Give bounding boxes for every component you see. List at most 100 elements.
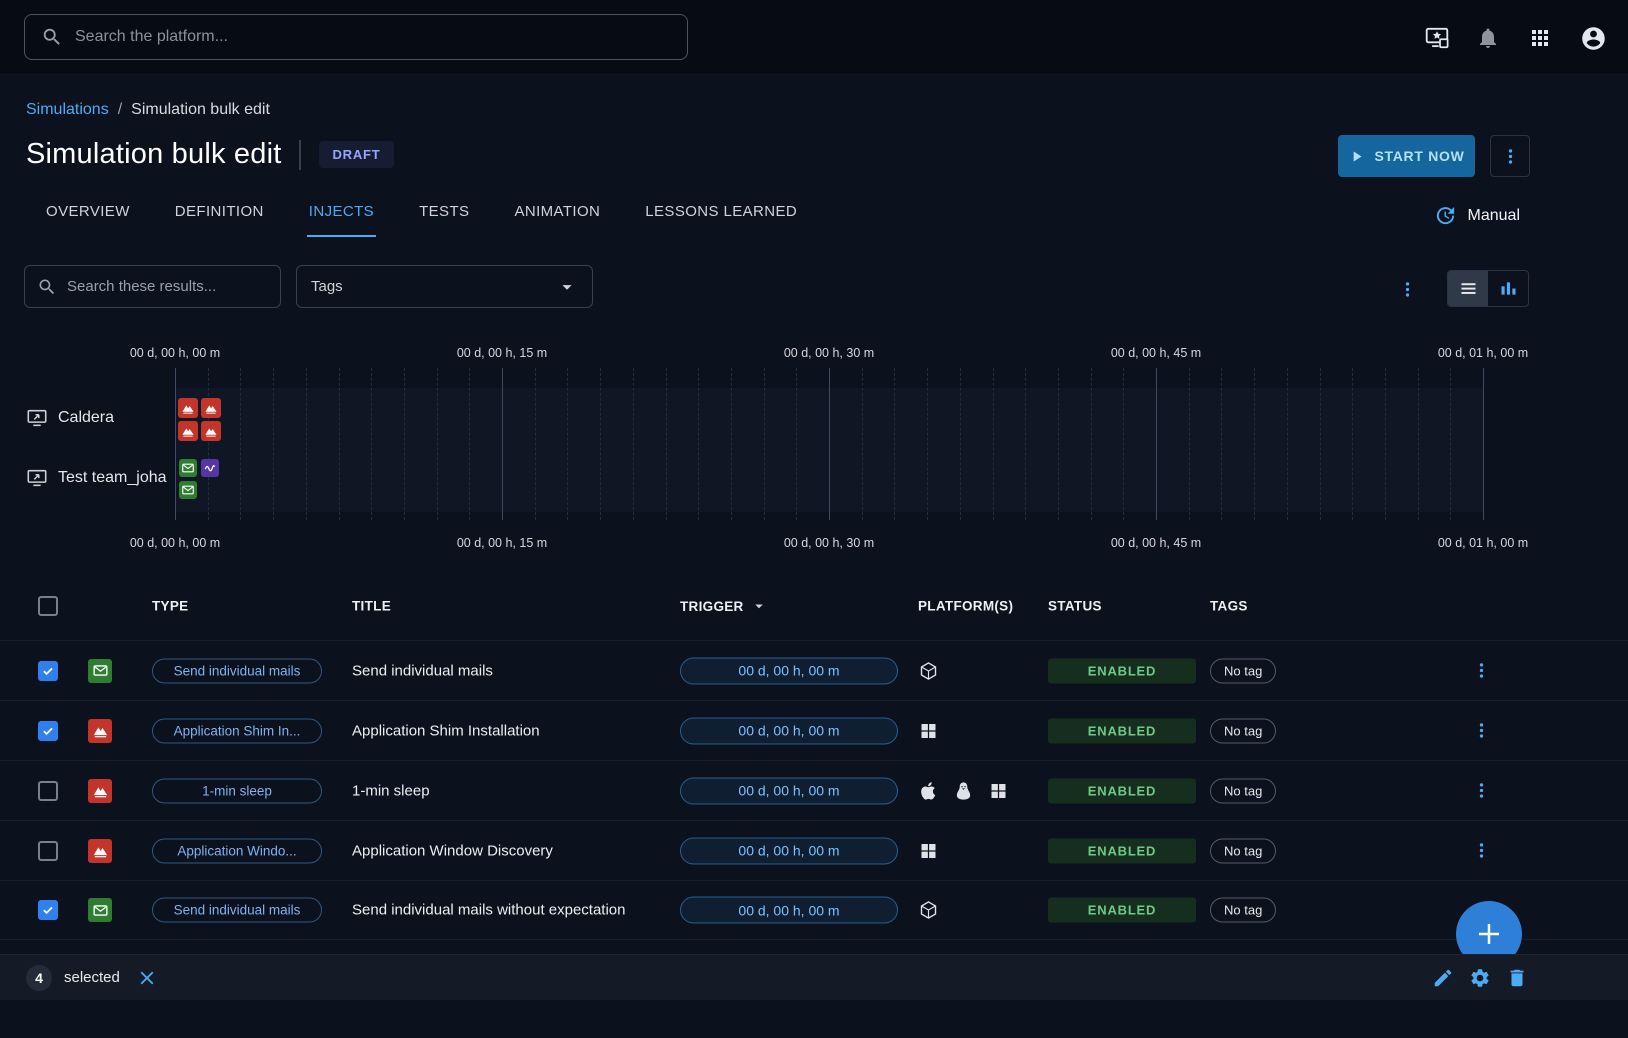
tab-animation[interactable]: ANIMATION bbox=[512, 195, 602, 237]
list-view-button[interactable] bbox=[1448, 271, 1488, 306]
generic-platform-icon bbox=[918, 660, 939, 681]
caldera-inject-marker[interactable] bbox=[178, 421, 198, 441]
agent-deploy-icon[interactable] bbox=[1424, 25, 1450, 51]
row-kebab-menu[interactable] bbox=[1472, 780, 1492, 802]
gridline-minor bbox=[1123, 368, 1124, 520]
update-mode-select[interactable]: Manual bbox=[1434, 204, 1520, 227]
title-divider bbox=[299, 140, 301, 170]
channel-inject-marker[interactable] bbox=[201, 459, 219, 477]
platform-icons bbox=[918, 840, 939, 861]
tab-injects[interactable]: INJECTS bbox=[307, 195, 376, 237]
start-now-button[interactable]: START NOW bbox=[1338, 135, 1475, 177]
selection-label: selected bbox=[64, 969, 120, 986]
tab-definition[interactable]: DEFINITION bbox=[173, 195, 266, 237]
trigger-time-chip[interactable]: 00 d, 00 h, 00 m bbox=[680, 837, 898, 864]
inject-type-chip[interactable]: Application Windo... bbox=[152, 838, 322, 863]
trash-icon bbox=[1506, 967, 1528, 989]
table-row[interactable]: Send individual mails Send individual ma… bbox=[0, 880, 1628, 940]
update-mode-label: Manual bbox=[1468, 207, 1520, 225]
col-header-status[interactable]: STATUS bbox=[1048, 599, 1102, 614]
inject-type-chip[interactable]: 1-min sleep bbox=[152, 778, 322, 803]
status-chip: ENABLED bbox=[1048, 838, 1196, 863]
tag-chip[interactable]: No tag bbox=[1210, 898, 1276, 923]
tag-chip[interactable]: No tag bbox=[1210, 718, 1276, 743]
platform-search[interactable] bbox=[24, 14, 688, 60]
caldera-inject-marker[interactable] bbox=[201, 421, 221, 441]
table-row[interactable]: Application Shim In... Application Shim … bbox=[0, 700, 1628, 760]
col-header-type[interactable]: TYPE bbox=[152, 599, 188, 614]
gridline-minor bbox=[731, 368, 732, 520]
tag-chip[interactable]: No tag bbox=[1210, 658, 1276, 683]
sort-desc-icon bbox=[750, 597, 768, 615]
row-checkbox[interactable] bbox=[38, 841, 58, 861]
gridline-minor bbox=[339, 368, 340, 520]
top-bar bbox=[0, 0, 1628, 75]
row-kebab-menu[interactable] bbox=[1472, 660, 1492, 682]
trigger-time-chip[interactable]: 00 d, 00 h, 00 m bbox=[680, 777, 898, 804]
caldera-inject-marker[interactable] bbox=[201, 398, 221, 418]
gridline-minor bbox=[1025, 368, 1026, 520]
gridline-minor bbox=[666, 368, 667, 520]
clear-selection-button[interactable] bbox=[136, 967, 158, 989]
axis-tick: 00 d, 01 h, 00 m bbox=[1438, 346, 1528, 360]
bulk-delete-button[interactable] bbox=[1506, 967, 1528, 989]
gridline-major bbox=[1483, 368, 1484, 520]
notifications-bell-icon[interactable] bbox=[1476, 25, 1502, 51]
gridline-minor bbox=[927, 368, 928, 520]
timeline-grid bbox=[0, 368, 1628, 520]
trigger-time-chip[interactable]: 00 d, 00 h, 00 m bbox=[680, 717, 898, 744]
table-row[interactable]: Send individual mails Send individual ma… bbox=[0, 640, 1628, 700]
row-kebab-menu[interactable] bbox=[1472, 840, 1492, 862]
col-header-trigger[interactable]: TRIGGER bbox=[680, 597, 768, 615]
chart-view-button[interactable] bbox=[1488, 271, 1528, 306]
row-kebab-menu[interactable] bbox=[1472, 720, 1492, 742]
tag-chip[interactable]: No tag bbox=[1210, 778, 1276, 803]
inject-type-chip[interactable]: Application Shim In... bbox=[152, 718, 322, 743]
kebab-icon bbox=[1472, 781, 1491, 800]
apps-grid-icon[interactable] bbox=[1528, 25, 1554, 51]
results-search[interactable] bbox=[24, 265, 281, 308]
page-title: Simulation bulk edit bbox=[26, 138, 281, 171]
col-header-tags[interactable]: TAGS bbox=[1210, 599, 1248, 614]
gridline-minor bbox=[764, 368, 765, 520]
row-checkbox[interactable] bbox=[38, 661, 58, 681]
trigger-time-chip[interactable]: 00 d, 00 h, 00 m bbox=[680, 657, 898, 684]
tab-lessons-learned[interactable]: LESSONS LEARNED bbox=[643, 195, 799, 237]
row-checkbox[interactable] bbox=[38, 721, 58, 741]
trigger-time-chip[interactable]: 00 d, 00 h, 00 m bbox=[680, 897, 898, 924]
header-kebab-menu[interactable] bbox=[1490, 135, 1530, 177]
tab-tests[interactable]: TESTS bbox=[417, 195, 471, 237]
mail-inject-marker[interactable] bbox=[179, 459, 197, 477]
tags-dropdown[interactable]: Tags bbox=[296, 265, 593, 308]
breadcrumb-simulations-link[interactable]: Simulations bbox=[26, 101, 109, 119]
table-row[interactable]: 1-min sleep 1-min sleep 00 d, 00 h, 00 m… bbox=[0, 760, 1628, 820]
platform-icons bbox=[918, 900, 939, 921]
platform-icons bbox=[918, 660, 939, 681]
gridline-minor bbox=[960, 368, 961, 520]
close-icon bbox=[136, 967, 158, 989]
account-circle-icon[interactable] bbox=[1580, 25, 1606, 51]
inject-title: 1-min sleep bbox=[352, 782, 430, 799]
row-checkbox[interactable] bbox=[38, 781, 58, 801]
apple-platform-icon bbox=[918, 780, 939, 801]
row-checkbox[interactable] bbox=[38, 900, 58, 920]
results-search-input[interactable] bbox=[67, 278, 268, 295]
select-all-checkbox[interactable] bbox=[38, 596, 58, 616]
mail-inject-marker[interactable] bbox=[179, 481, 197, 499]
tag-chip[interactable]: No tag bbox=[1210, 838, 1276, 863]
axis-tick: 00 d, 00 h, 00 m bbox=[130, 346, 220, 360]
inject-type-chip[interactable]: Send individual mails bbox=[152, 898, 322, 923]
bulk-edit-button[interactable] bbox=[1432, 967, 1454, 989]
caldera-inject-marker[interactable] bbox=[178, 398, 198, 418]
platform-search-input[interactable] bbox=[75, 28, 671, 46]
inject-title: Send individual mails without expectatio… bbox=[352, 902, 626, 919]
table-row[interactable]: Application Windo... Application Window … bbox=[0, 820, 1628, 880]
gridline-minor bbox=[894, 368, 895, 520]
col-header-platforms[interactable]: PLATFORM(S) bbox=[918, 599, 1013, 614]
filter-kebab-menu[interactable] bbox=[1398, 278, 1418, 300]
tab-overview[interactable]: OVERVIEW bbox=[44, 195, 132, 237]
axis-tick: 00 d, 00 h, 15 m bbox=[457, 536, 547, 550]
col-header-title[interactable]: TITLE bbox=[352, 599, 391, 614]
inject-type-chip[interactable]: Send individual mails bbox=[152, 658, 322, 683]
bulk-test-button[interactable] bbox=[1469, 967, 1491, 989]
